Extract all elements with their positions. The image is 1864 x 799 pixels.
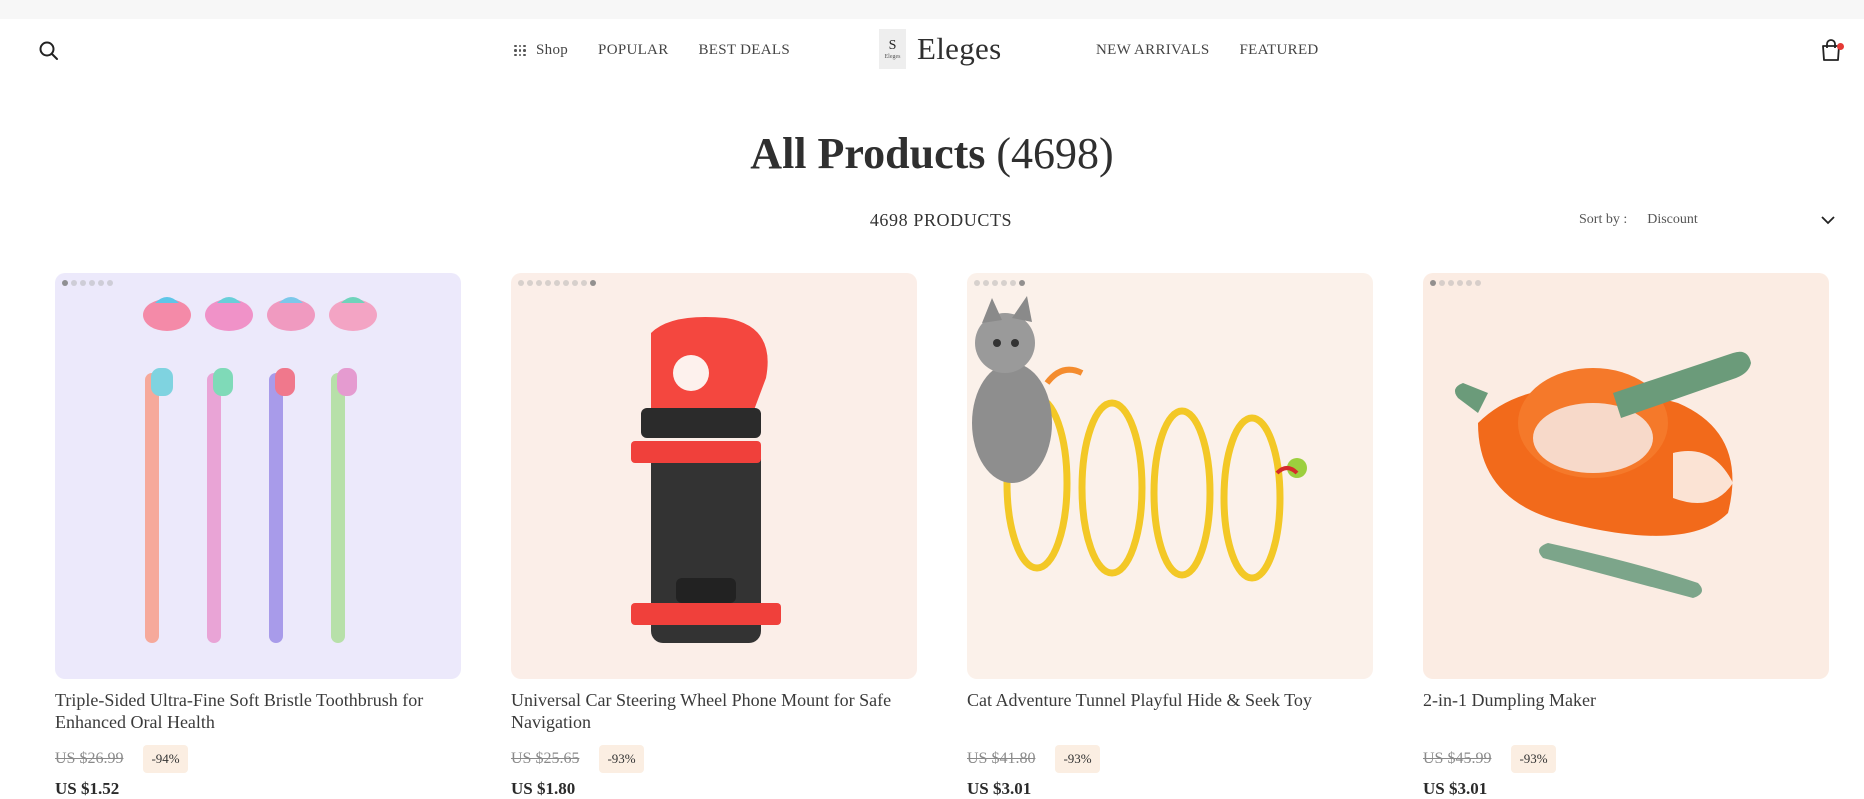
price-row: US $45.99 -93% (1423, 745, 1829, 773)
search-icon[interactable] (38, 40, 60, 62)
product-card[interactable]: Cat Adventure Tunnel Playful Hide & Seek… (967, 273, 1373, 799)
product-grid: Triple-Sided Ultra-Fine Soft Bristle Too… (55, 273, 1829, 799)
carousel-dot[interactable] (518, 280, 524, 286)
price-row: US $25.65 -93% (511, 745, 917, 773)
carousel-dot[interactable] (1019, 280, 1025, 286)
nav-popular[interactable]: POPULAR (598, 42, 668, 59)
carousel-dot[interactable] (1439, 280, 1445, 286)
carousel-dot[interactable] (1448, 280, 1454, 286)
image-carousel-dots (62, 280, 113, 286)
top-strip (0, 0, 1864, 19)
carousel-dot[interactable] (1457, 280, 1463, 286)
product-title[interactable]: Universal Car Steering Wheel Phone Mount… (511, 689, 917, 733)
product-title[interactable]: Cat Adventure Tunnel Playful Hide & Seek… (967, 689, 1373, 733)
nav-best-deals[interactable]: BEST DEALS (699, 42, 790, 59)
carousel-dot[interactable] (983, 280, 989, 286)
carousel-dot[interactable] (62, 280, 68, 286)
page-title-count: (4698) (996, 129, 1114, 178)
nav-left: Shop POPULAR BEST DEALS (514, 42, 790, 59)
nav-new-arrivals[interactable]: NEW ARRIVALS (1096, 42, 1209, 59)
original-price: US $41.80 (967, 750, 1036, 767)
chevron-down-icon (1821, 216, 1835, 225)
image-carousel-dots (518, 280, 596, 286)
carousel-dot[interactable] (1475, 280, 1481, 286)
price-row: US $26.99 -94% (55, 745, 461, 773)
sort-value: Discount (1647, 212, 1698, 227)
carousel-dot[interactable] (536, 280, 542, 286)
carousel-dot[interactable] (974, 280, 980, 286)
product-image[interactable] (511, 273, 917, 679)
svg-text:Eleges: Eleges (885, 54, 902, 60)
product-card[interactable]: Triple-Sided Ultra-Fine Soft Bristle Too… (55, 273, 461, 799)
sort-control: Sort by : Discount (1579, 212, 1835, 228)
carousel-dot[interactable] (107, 280, 113, 286)
carousel-dot[interactable] (554, 280, 560, 286)
nav-shop[interactable]: Shop (514, 42, 568, 59)
carousel-dot[interactable] (71, 280, 77, 286)
sale-price: US $1.80 (511, 779, 576, 798)
original-price: US $25.65 (511, 750, 580, 767)
product-image[interactable] (1423, 273, 1829, 679)
cart-badge (1837, 43, 1844, 50)
carousel-dot[interactable] (572, 280, 578, 286)
shopping-bag-icon (1822, 39, 1840, 61)
brand-logo: S Eleges (879, 29, 906, 69)
sort-label: Sort by : (1579, 212, 1628, 227)
sort-select[interactable]: Discount (1647, 212, 1835, 228)
nav-shop-label: Shop (536, 42, 569, 58)
sale-price: US $3.01 (1423, 779, 1488, 798)
discount-badge: -93% (599, 745, 644, 773)
product-image[interactable] (55, 273, 461, 679)
brand-name: Eleges (917, 31, 1002, 66)
carousel-dot[interactable] (1430, 280, 1436, 286)
product-card[interactable]: 2-in-1 Dumpling Maker US $45.99 -93% US … (1423, 273, 1829, 799)
image-carousel-dots (1430, 280, 1481, 286)
page-title: All Products (4698) (0, 128, 1864, 179)
nav-featured[interactable]: FEATURED (1239, 42, 1318, 59)
price-row: US $41.80 -93% (967, 745, 1373, 773)
grid-icon (514, 44, 526, 57)
discount-badge: -93% (1511, 745, 1556, 773)
discount-badge: -94% (143, 745, 188, 773)
carousel-dot[interactable] (89, 280, 95, 286)
carousel-dot[interactable] (98, 280, 104, 286)
product-image[interactable] (967, 273, 1373, 679)
svg-text:S: S (889, 38, 897, 53)
brand-logo-link[interactable]: S Eleges Eleges (879, 29, 1001, 69)
carousel-dot[interactable] (527, 280, 533, 286)
original-price: US $45.99 (1423, 750, 1492, 767)
carousel-dot[interactable] (545, 280, 551, 286)
product-title[interactable]: 2-in-1 Dumpling Maker (1423, 689, 1829, 733)
page-title-text: All Products (750, 129, 986, 178)
image-carousel-dots (974, 280, 1025, 286)
carousel-dot[interactable] (1010, 280, 1016, 286)
discount-badge: -93% (1055, 745, 1100, 773)
cart-button[interactable] (1820, 38, 1844, 64)
carousel-dot[interactable] (590, 280, 596, 286)
carousel-dot[interactable] (563, 280, 569, 286)
product-card[interactable]: Universal Car Steering Wheel Phone Mount… (511, 273, 917, 799)
carousel-dot[interactable] (1466, 280, 1472, 286)
sale-price: US $1.52 (55, 779, 120, 798)
product-title[interactable]: Triple-Sided Ultra-Fine Soft Bristle Too… (55, 689, 461, 733)
carousel-dot[interactable] (992, 280, 998, 286)
sale-price: US $3.01 (967, 779, 1032, 798)
carousel-dot[interactable] (581, 280, 587, 286)
carousel-dot[interactable] (1001, 280, 1007, 286)
original-price: US $26.99 (55, 750, 124, 767)
nav-right: NEW ARRIVALS FEATURED (1096, 42, 1319, 59)
carousel-dot[interactable] (80, 280, 86, 286)
